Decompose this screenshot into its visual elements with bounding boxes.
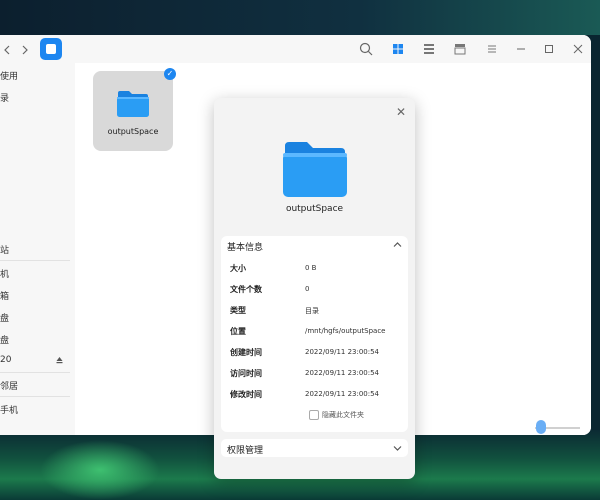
info-key: 大小 <box>230 264 246 273</box>
section-header[interactable]: 基本信息 <box>227 240 263 253</box>
folder-icon <box>117 91 149 117</box>
sidebar-item-label: 箱 <box>0 292 10 302</box>
chevron-left-icon <box>4 45 10 55</box>
icon-view-icon[interactable] <box>390 41 406 57</box>
sidebar-item-label: 使用 <box>0 72 19 82</box>
sidebar-item-label: 手机 <box>0 406 19 416</box>
sidebar-item-label: 盘 <box>0 336 10 346</box>
sidebar-item-network[interactable]: 邻居 <box>0 379 18 392</box>
sidebar-divider <box>0 396 70 397</box>
basic-info-section: 基本信息 大小 0 B 文件个数 0 类型 目录 位置 /mnt/hgfs/ou… <box>221 236 408 432</box>
folder-name: outputSpace <box>107 127 159 136</box>
sidebar-divider <box>0 260 70 261</box>
chevron-right-icon <box>22 45 28 55</box>
properties-dialog: ✕ outputSpace 基本信息 大小 0 B 文件个数 0 类型 目录 位… <box>214 98 415 479</box>
sidebar-item-computer[interactable]: 机 <box>0 267 9 280</box>
section-header: 权限管理 <box>227 446 264 456</box>
sidebar-item-label: 邻居 <box>0 382 19 392</box>
chevron-down-icon[interactable] <box>393 445 402 452</box>
info-key: 访问时间 <box>230 369 262 378</box>
permissions-section[interactable]: 权限管理 <box>221 439 408 457</box>
hide-folder-label[interactable]: 隐藏此文件夹 <box>322 410 364 420</box>
menu-icon[interactable] <box>484 41 500 57</box>
selected-check-icon: ✓ <box>164 68 176 80</box>
sidebar-item-usb[interactable]: 20 <box>0 355 66 365</box>
sidebar-item-phone[interactable]: 手机 <box>0 403 18 416</box>
folder-item[interactable]: outputSpace <box>93 71 173 151</box>
app-icon <box>46 44 56 54</box>
slider-handle[interactable] <box>536 420 546 434</box>
info-key: 类型 <box>230 306 246 315</box>
sidebar-item-trash[interactable]: 站 <box>0 243 9 256</box>
folder-name: outputSpace <box>285 204 344 214</box>
list-view-icon[interactable] <box>421 41 437 57</box>
info-value: 2022/09/11 23:00:54 <box>305 390 380 398</box>
chevron-up-icon[interactable] <box>393 241 402 248</box>
minimize-icon[interactable] <box>513 41 529 57</box>
search-icon[interactable] <box>358 41 374 57</box>
sidebar-item-label: 站 <box>0 246 10 256</box>
maximize-icon[interactable] <box>541 41 557 57</box>
sidebar-divider <box>0 372 70 373</box>
close-icon[interactable]: ✕ <box>395 106 407 118</box>
sidebar-item-label: 录 <box>0 94 10 104</box>
folder-icon <box>283 142 347 197</box>
info-key: 创建时间 <box>230 348 262 357</box>
info-value: 2022/09/11 23:00:54 <box>305 348 380 356</box>
info-value: 目录 <box>305 307 319 315</box>
sidebar-item-label: 20 <box>0 355 12 365</box>
eject-icon[interactable] <box>56 356 63 364</box>
sidebar-item-recent[interactable]: 使用 <box>0 69 18 82</box>
sidebar-item-vault[interactable]: 箱 <box>0 289 9 302</box>
sidebar-item-disk-1[interactable]: 盘 <box>0 311 9 324</box>
hide-folder-checkbox[interactable] <box>309 410 319 420</box>
sidebar-item-disk-2[interactable]: 盘 <box>0 333 9 346</box>
back-button[interactable] <box>0 41 14 59</box>
sidebar: 使用 录 站 机 箱 盘 盘 20 邻居 手机 <box>0 63 70 435</box>
info-value: 0 <box>305 285 310 293</box>
info-value: 2022/09/11 23:00:54 <box>305 369 380 377</box>
sidebar-item-label: 盘 <box>0 314 10 324</box>
forward-button[interactable] <box>18 41 32 59</box>
info-value: 0 B <box>305 264 317 272</box>
info-key: 修改时间 <box>230 390 262 399</box>
info-key: 文件个数 <box>230 285 262 294</box>
desktop-wallpaper-top <box>0 0 600 35</box>
close-window-icon[interactable] <box>570 41 586 57</box>
details-pane-icon[interactable] <box>452 41 468 57</box>
sidebar-item-label: 机 <box>0 270 10 280</box>
app-menu-button[interactable] <box>40 38 62 60</box>
info-value: /mnt/hgfs/outputSpace <box>305 327 386 335</box>
sidebar-item-home[interactable]: 录 <box>0 91 9 104</box>
info-key: 位置 <box>230 327 246 336</box>
titlebar <box>0 35 591 63</box>
aurora-glow <box>40 440 160 500</box>
